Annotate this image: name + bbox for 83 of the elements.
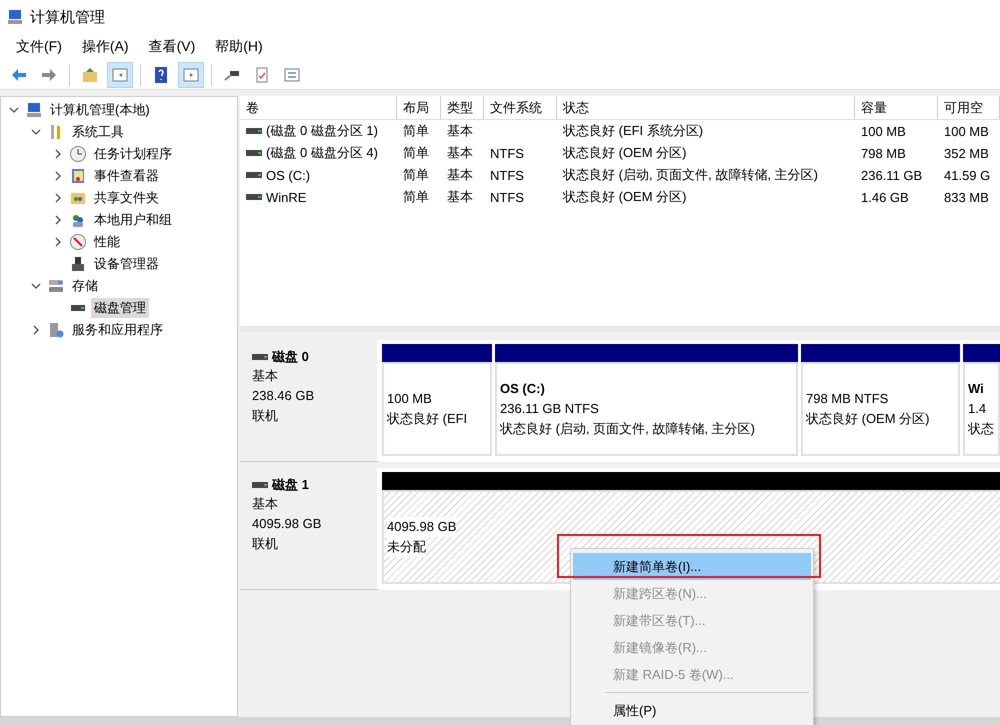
- table-cell: 简单: [403, 166, 429, 184]
- table-cell: 1.46 GB: [861, 190, 909, 204]
- partition-text: 状态良好 (EFI: [387, 409, 468, 429]
- partition-block[interactable]: 100 MB 状态良好 (EFI: [382, 362, 492, 456]
- table-cell: 状态良好 (OEM 分区): [563, 144, 686, 162]
- services-icon: [47, 321, 65, 339]
- menu-item[interactable]: 属性(P): [573, 697, 811, 724]
- table-cell: 352 MB: [944, 146, 989, 160]
- partition-block[interactable]: OS (C:) 236.11 GB NTFS 状态良好 (启动, 页面文件, 故障转储, 主分区): [495, 362, 798, 456]
- table-cell: 状态良好 (OEM 分区): [563, 188, 686, 206]
- table-cell: 100 MB: [861, 124, 906, 138]
- column-header[interactable]: 文件系统: [484, 96, 557, 119]
- table-cell: 798 MB: [861, 146, 906, 160]
- menu-item[interactable]: 查看(V): [138, 38, 206, 56]
- disk-status: 联机: [252, 535, 279, 553]
- tree-item[interactable]: 事件查看器: [91, 166, 162, 186]
- disk-name: 磁盘 1: [272, 476, 309, 494]
- menu-item[interactable]: 帮助(H): [205, 38, 273, 56]
- tree-item[interactable]: 共享文件夹: [91, 188, 162, 208]
- log-icon: [69, 167, 87, 185]
- partition-text: 4095.98 GB: [387, 517, 456, 537]
- table-cell: 基本: [447, 122, 473, 140]
- table-cell: 基本: [447, 188, 473, 206]
- table-cell: OS (C:): [266, 168, 310, 182]
- disk-size: 4095.98 GB: [252, 515, 322, 533]
- column-header[interactable]: 状态: [557, 96, 855, 119]
- disk-size: 238.46 GB: [252, 387, 316, 405]
- disk-name: 磁盘 0: [272, 348, 309, 366]
- partition-text: 状态良好 (启动, 页面文件, 故障转储, 主分区): [500, 419, 755, 439]
- table-cell: 100 MB: [944, 124, 989, 138]
- device-icon: [69, 255, 87, 273]
- table-cell: NTFS: [490, 146, 524, 160]
- table-cell: (磁盘 0 磁盘分区 4): [266, 144, 378, 162]
- partition-text: 未分配: [387, 537, 426, 557]
- window-title: 计算机管理: [30, 8, 105, 26]
- table-cell: 简单: [403, 188, 429, 206]
- pane-icon: [111, 66, 129, 84]
- menu-item[interactable]: 操作(A): [72, 38, 139, 56]
- table-cell: 236.11 GB: [861, 168, 922, 182]
- menu-item[interactable]: 文件(F): [6, 38, 72, 56]
- computer-icon: [25, 101, 43, 119]
- column-header[interactable]: 布局: [397, 96, 441, 119]
- partition-bar: [963, 344, 1000, 362]
- pane-icon: [182, 66, 200, 84]
- computer-icon: [6, 8, 24, 26]
- table-cell: 状态良好 (EFI 系统分区): [563, 122, 704, 140]
- tree-item[interactable]: 存储: [69, 276, 101, 296]
- gauge-icon: [69, 233, 87, 251]
- table-cell: 基本: [447, 166, 473, 184]
- tree-item[interactable]: 任务计划程序: [91, 144, 175, 164]
- list-icon: [283, 66, 301, 84]
- storage-icon: [47, 277, 65, 295]
- table-cell: 833 MB: [944, 190, 989, 204]
- table-cell: NTFS: [490, 190, 524, 204]
- table-cell: 基本: [447, 144, 473, 162]
- tree-item[interactable]: 服务和应用程序: [69, 320, 166, 340]
- table-cell: WinRE: [266, 190, 306, 204]
- folder-up-icon: [81, 66, 99, 84]
- table-cell: 41.59 G: [944, 168, 990, 182]
- tree-item[interactable]: 性能: [91, 232, 123, 252]
- table-cell: 简单: [403, 144, 429, 162]
- help-icon: [152, 66, 170, 84]
- tree-item[interactable]: 设备管理器: [91, 254, 162, 274]
- table-cell: NTFS: [490, 168, 524, 182]
- table-cell: 简单: [403, 122, 429, 140]
- column-header[interactable]: 可用空: [938, 96, 1000, 119]
- column-header[interactable]: 卷: [240, 96, 397, 119]
- disk-type: 基本: [252, 495, 279, 513]
- tree-item[interactable]: 系统工具: [69, 122, 127, 142]
- partition-block[interactable]: 798 MB NTFS 状态良好 (OEM 分区): [801, 362, 960, 456]
- partition-text: 状态良好 (OEM 分区): [806, 409, 930, 429]
- column-header[interactable]: 类型: [441, 96, 484, 119]
- table-cell: 状态良好 (启动, 页面文件, 故障转储, 主分区): [563, 166, 818, 184]
- menu-item[interactable]: 新建简单卷(I)...: [573, 553, 811, 580]
- tree-item[interactable]: 计算机管理(本地): [47, 100, 153, 120]
- tree-item[interactable]: 本地用户和组: [91, 210, 175, 230]
- tree-item[interactable]: 磁盘管理: [91, 298, 149, 318]
- table-cell: (磁盘 0 磁盘分区 1): [266, 122, 378, 140]
- clock-icon: [69, 145, 87, 163]
- column-header[interactable]: 容量: [855, 96, 938, 119]
- disk-type: 基本: [252, 367, 279, 385]
- disk-status: 联机: [252, 407, 279, 425]
- partition-block[interactable]: Wi 1.4 状态: [963, 362, 1000, 456]
